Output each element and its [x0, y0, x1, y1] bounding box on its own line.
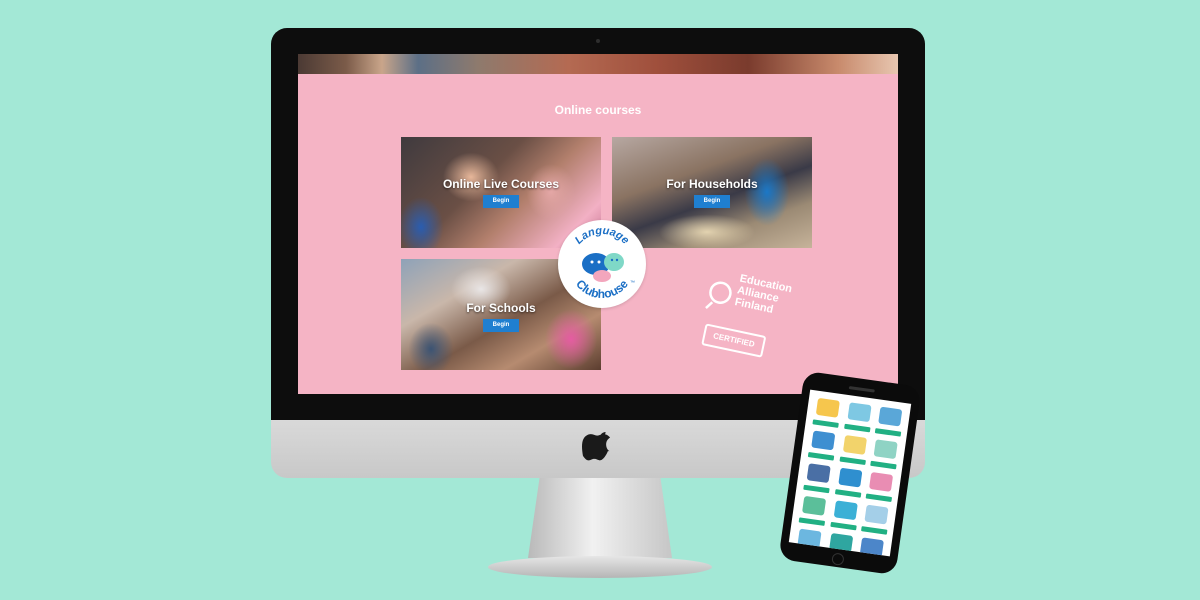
home-button[interactable]: [831, 552, 845, 566]
imac-stand-foot: [488, 556, 712, 578]
app-tile[interactable]: [806, 429, 839, 463]
logo-line1: Language: [573, 225, 631, 247]
app-tile[interactable]: [842, 401, 875, 435]
smartphone: [778, 370, 922, 576]
apple-icon: [582, 432, 611, 461]
imac-stand: [528, 478, 672, 558]
card-title: For Households: [666, 177, 758, 191]
imac-display: Online courses Online Live Courses Begin…: [271, 28, 925, 420]
app-tile[interactable]: [832, 466, 865, 500]
app-tile[interactable]: [864, 470, 897, 504]
phone-speaker: [848, 386, 875, 393]
app-tile[interactable]: [810, 396, 843, 430]
app-tile[interactable]: [792, 527, 825, 557]
logo-tm: ™: [630, 280, 635, 286]
svg-text:Language: Language: [573, 225, 631, 247]
app-tile[interactable]: [859, 503, 892, 537]
app-tile[interactable]: [854, 536, 887, 557]
card-title: Online Live Courses: [442, 177, 560, 191]
section-title: Online courses: [554, 103, 642, 117]
app-tile[interactable]: [873, 405, 906, 439]
app-tile[interactable]: [796, 494, 829, 528]
magnifier-icon: [705, 281, 732, 309]
app-tile[interactable]: [868, 438, 901, 472]
camera-dot: [596, 39, 600, 43]
app-tile[interactable]: [837, 433, 870, 467]
certified-stamp: CERTIFIED: [701, 323, 767, 358]
header-photo-strip: [298, 54, 898, 74]
education-alliance-finland-badge: Education Alliance Finland CERTIFIED: [690, 263, 807, 372]
language-clubhouse-logo[interactable]: Language Clubhouse ™: [558, 220, 646, 308]
begin-button[interactable]: Begin: [483, 319, 519, 332]
app-tile[interactable]: [828, 499, 861, 533]
website-screen: Online courses Online Live Courses Begin…: [298, 54, 898, 394]
app-tile[interactable]: [801, 462, 834, 496]
begin-button[interactable]: Begin: [694, 195, 730, 208]
phone-screen: [788, 389, 912, 557]
begin-button[interactable]: Begin: [483, 195, 519, 208]
